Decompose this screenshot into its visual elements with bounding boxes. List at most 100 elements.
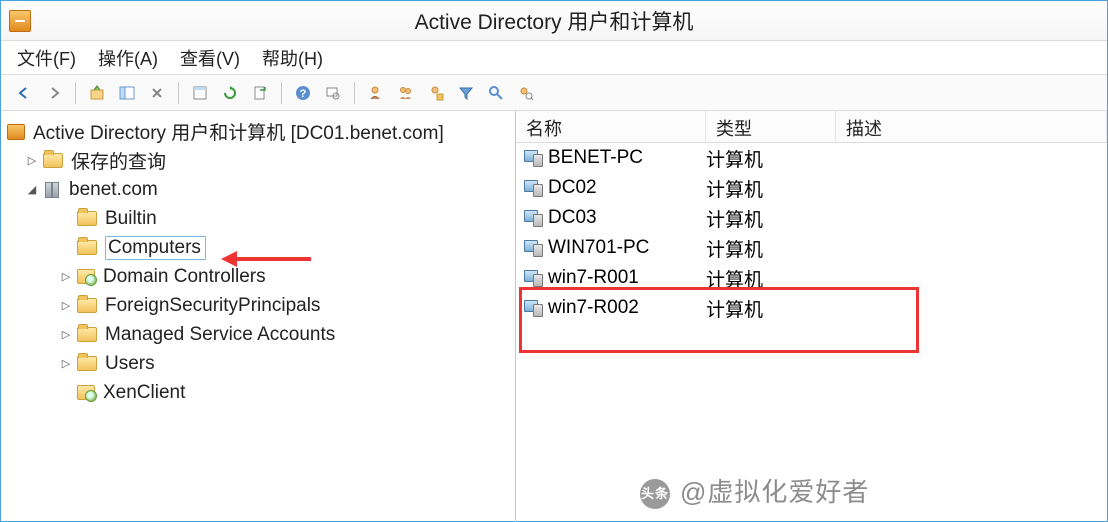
list-row[interactable]: win7-R002 计算机 <box>516 293 1107 323</box>
menu-help[interactable]: 帮助(H) <box>262 45 323 71</box>
computer-icon <box>524 270 542 286</box>
tree-domain[interactable]: ◢ benet.com <box>7 175 511 204</box>
tree-label: Managed Service Accounts <box>105 324 335 346</box>
titlebar: Active Directory 用户和计算机 <box>1 1 1107 41</box>
menu-action[interactable]: 操作(A) <box>98 45 158 71</box>
refresh-button[interactable] <box>217 80 243 106</box>
tree-fsp[interactable]: ▷ ForeignSecurityPrincipals <box>7 291 511 320</box>
expander-spacer <box>59 241 73 255</box>
list-row[interactable]: DC03 计算机 <box>516 203 1107 233</box>
menu-file[interactable]: 文件(F) <box>17 45 76 71</box>
expander-collapsed-icon[interactable]: ▷ <box>59 270 73 284</box>
list-panel[interactable]: 名称 类型 描述 BENET-PC 计算机 DC02 计算机 DC03 计算机 … <box>516 111 1107 522</box>
tree-label: 保存的查询 <box>71 147 166 174</box>
folder-icon <box>77 327 97 342</box>
computer-icon <box>524 240 542 256</box>
ou-icon <box>77 269 95 284</box>
forward-button[interactable] <box>41 80 67 106</box>
cell-name: DC03 <box>548 207 597 229</box>
tree-saved-queries[interactable]: ▷ 保存的查询 <box>7 146 511 175</box>
tree-domain-controllers[interactable]: ▷ Domain Controllers <box>7 262 511 291</box>
cell-name: win7-R002 <box>548 297 639 319</box>
toolbar-sep <box>75 82 76 104</box>
domain-icon <box>43 182 61 198</box>
tree-computers[interactable]: Computers <box>7 233 511 262</box>
computer-icon <box>524 210 542 226</box>
tree-builtin[interactable]: Builtin <box>7 204 511 233</box>
tree-label: benet.com <box>69 179 158 201</box>
filter-button[interactable] <box>453 80 479 106</box>
tree-label: ForeignSecurityPrincipals <box>105 295 320 317</box>
computer-icon <box>524 150 542 166</box>
col-header-desc[interactable]: 描述 <box>836 111 1107 142</box>
folder-icon <box>77 211 97 226</box>
menubar: 文件(F) 操作(A) 查看(V) 帮助(H) <box>1 41 1107 75</box>
folder-icon <box>77 298 97 313</box>
folder-icon <box>43 153 63 168</box>
list-header: 名称 类型 描述 <box>516 111 1107 143</box>
watermark-text: @虚拟化爱好者 <box>680 477 869 507</box>
cell-name: WIN701-PC <box>548 237 649 259</box>
back-button[interactable] <box>11 80 37 106</box>
search-button[interactable] <box>483 80 509 106</box>
list-row[interactable]: win7-R001 计算机 <box>516 263 1107 293</box>
tree-root[interactable]: Active Directory 用户和计算机 [DC01.benet.com] <box>7 117 511 146</box>
window-title: Active Directory 用户和计算机 <box>1 6 1107 36</box>
list-row[interactable]: BENET-PC 计算机 <box>516 143 1107 173</box>
properties-button[interactable] <box>187 80 213 106</box>
expander-collapsed-icon[interactable]: ▷ <box>25 154 39 168</box>
new-ou-button[interactable] <box>423 80 449 106</box>
new-group-button[interactable] <box>393 80 419 106</box>
folder-icon <box>77 240 97 255</box>
expander-spacer <box>59 386 73 400</box>
export-button[interactable] <box>247 80 273 106</box>
expander-collapsed-icon[interactable]: ▷ <box>59 299 73 313</box>
svg-text:?: ? <box>300 88 307 100</box>
expander-collapsed-icon[interactable]: ▷ <box>59 357 73 371</box>
col-header-type[interactable]: 类型 <box>706 111 836 142</box>
toolbar-sep <box>281 82 282 104</box>
cell-name: BENET-PC <box>548 147 643 169</box>
cell-type: 计算机 <box>706 175 836 202</box>
content-split: Active Directory 用户和计算机 [DC01.benet.com]… <box>1 111 1107 522</box>
help-button[interactable]: ? <box>290 80 316 106</box>
cell-type: 计算机 <box>706 265 836 292</box>
tree-label: Builtin <box>105 208 157 230</box>
watermark-badge: 头条 <box>640 479 670 509</box>
delete-button[interactable] <box>144 80 170 106</box>
cell-type: 计算机 <box>706 235 836 262</box>
computer-icon <box>524 300 542 316</box>
tree-panel[interactable]: Active Directory 用户和计算机 [DC01.benet.com]… <box>1 111 516 522</box>
expander-spacer <box>59 212 73 226</box>
tree-msa[interactable]: ▷ Managed Service Accounts <box>7 320 511 349</box>
tree-users[interactable]: ▷ Users <box>7 349 511 378</box>
mmc-root-icon <box>7 124 25 140</box>
up-button[interactable] <box>84 80 110 106</box>
list-row[interactable]: WIN701-PC 计算机 <box>516 233 1107 263</box>
tree-root-label: Active Directory 用户和计算机 [DC01.benet.com] <box>33 118 444 145</box>
expander-collapsed-icon[interactable]: ▷ <box>59 328 73 342</box>
computer-icon <box>524 180 542 196</box>
cell-type: 计算机 <box>706 295 836 322</box>
expander-expanded-icon[interactable]: ◢ <box>25 183 39 197</box>
add-criteria-button[interactable] <box>513 80 539 106</box>
tree-xenclient[interactable]: XenClient <box>7 378 511 407</box>
new-user-button[interactable] <box>363 80 389 106</box>
tree-label: Users <box>105 353 155 375</box>
cell-name: win7-R001 <box>548 267 639 289</box>
toolbar: ? <box>1 75 1107 111</box>
ou-icon <box>77 385 95 400</box>
cell-type: 计算机 <box>706 205 836 232</box>
list-row[interactable]: DC02 计算机 <box>516 173 1107 203</box>
find-button[interactable] <box>320 80 346 106</box>
col-header-name[interactable]: 名称 <box>516 111 706 142</box>
watermark: 头条 @虚拟化爱好者 <box>640 472 869 509</box>
window: Active Directory 用户和计算机 文件(F) 操作(A) 查看(V… <box>0 0 1108 522</box>
menu-view[interactable]: 查看(V) <box>180 45 240 71</box>
show-hide-tree-button[interactable] <box>114 80 140 106</box>
tree-label-selected: Computers <box>105 236 206 260</box>
folder-icon <box>77 356 97 371</box>
cell-type: 计算机 <box>706 145 836 172</box>
tree-label: XenClient <box>103 382 185 404</box>
cell-name: DC02 <box>548 177 597 199</box>
